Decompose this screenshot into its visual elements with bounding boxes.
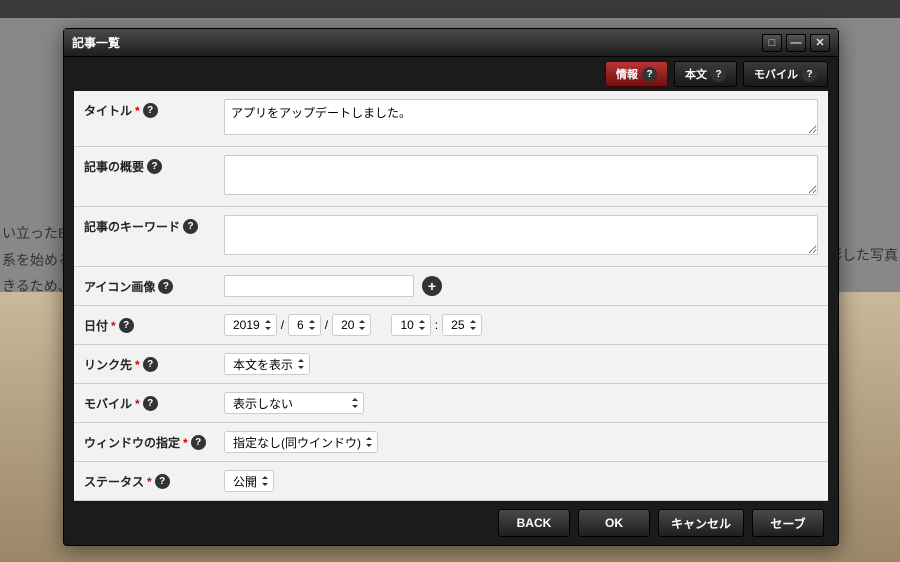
required-mark: * (147, 475, 152, 489)
add-icon-button[interactable]: + (422, 276, 442, 296)
help-icon[interactable]: ? (143, 357, 158, 372)
maximize-button[interactable]: □ (762, 34, 782, 52)
help-icon[interactable]: ? (711, 67, 726, 82)
help-icon[interactable]: ? (802, 67, 817, 82)
separator: : (435, 318, 438, 332)
row-mobile: モバイル * ? 表示しない (74, 384, 828, 423)
icon-path-input[interactable] (224, 275, 414, 297)
label-status: ステータス * ? (84, 470, 224, 490)
save-button[interactable]: セーブ (752, 509, 824, 537)
help-icon[interactable]: ? (183, 219, 198, 234)
label-summary: 記事の概要 ? (84, 155, 224, 175)
window-title: 記事一覧 (72, 34, 762, 51)
form-area: タイトル * ? 記事の概要 ? 記事のキーワード ? (74, 91, 828, 501)
tab-body[interactable]: 本文 ? (674, 61, 737, 87)
background-topbar (0, 0, 900, 18)
modal-window: 記事一覧 □ — ✕ 情報 ? 本文 ? モバイル ? タイトル * ? (63, 28, 839, 546)
label-keywords: 記事のキーワード ? (84, 215, 224, 235)
row-window-target: ウィンドウの指定 * ? 指定なし(同ウインドウ) (74, 423, 828, 462)
title-input[interactable] (224, 99, 818, 135)
row-keywords: 記事のキーワード ? (74, 207, 828, 267)
back-button[interactable]: BACK (498, 509, 570, 537)
tabbar: 情報 ? 本文 ? モバイル ? (64, 57, 838, 91)
cancel-button[interactable]: キャンセル (658, 509, 744, 537)
required-mark: * (183, 436, 188, 450)
keywords-input[interactable] (224, 215, 818, 255)
help-icon[interactable]: ? (155, 474, 170, 489)
day-select[interactable]: 20 (332, 314, 371, 336)
close-button[interactable]: ✕ (810, 34, 830, 52)
mobile-select[interactable]: 表示しない (224, 392, 364, 414)
tab-mobile-label: モバイル (754, 66, 798, 82)
plus-icon: + (428, 278, 436, 294)
row-date: 日付 * ? 2019 / 6 / 20 10 : 25 (74, 306, 828, 345)
label-link: リンク先 * ? (84, 353, 224, 373)
row-status: ステータス * ? 公開 (74, 462, 828, 501)
required-mark: * (135, 397, 140, 411)
status-select[interactable]: 公開 (224, 470, 274, 492)
label-icon: アイコン画像 ? (84, 275, 224, 295)
separator: / (281, 318, 284, 332)
required-mark: * (135, 358, 140, 372)
label-window-target: ウィンドウの指定 * ? (84, 431, 224, 451)
help-icon[interactable]: ? (143, 103, 158, 118)
required-mark: * (135, 104, 140, 118)
required-mark: * (111, 319, 116, 333)
help-icon[interactable]: ? (191, 435, 206, 450)
row-summary: 記事の概要 ? (74, 147, 828, 207)
link-select[interactable]: 本文を表示 (224, 353, 310, 375)
ok-button[interactable]: OK (578, 509, 650, 537)
tab-info[interactable]: 情報 ? (605, 61, 668, 87)
window-buttons: □ — ✕ (762, 34, 830, 52)
tab-info-label: 情報 (616, 66, 638, 82)
minimize-button[interactable]: — (786, 34, 806, 52)
year-select[interactable]: 2019 (224, 314, 277, 336)
label-date: 日付 * ? (84, 314, 224, 334)
help-icon[interactable]: ? (119, 318, 134, 333)
footer: BACK OK キャンセル セーブ (64, 501, 838, 545)
row-link: リンク先 * ? 本文を表示 (74, 345, 828, 384)
window-target-select[interactable]: 指定なし(同ウインドウ) (224, 431, 378, 453)
help-icon[interactable]: ? (642, 67, 657, 82)
row-icon: アイコン画像 ? + (74, 267, 828, 306)
help-icon[interactable]: ? (143, 396, 158, 411)
tab-mobile[interactable]: モバイル ? (743, 61, 828, 87)
help-icon[interactable]: ? (158, 279, 173, 294)
label-title: タイトル * ? (84, 99, 224, 119)
label-mobile: モバイル * ? (84, 392, 224, 412)
minute-select[interactable]: 25 (442, 314, 481, 336)
summary-input[interactable] (224, 155, 818, 195)
hour-select[interactable]: 10 (391, 314, 430, 336)
titlebar: 記事一覧 □ — ✕ (64, 29, 838, 57)
tab-body-label: 本文 (685, 66, 707, 82)
help-icon[interactable]: ? (147, 159, 162, 174)
month-select[interactable]: 6 (288, 314, 321, 336)
row-title: タイトル * ? (74, 91, 828, 147)
separator: / (325, 318, 328, 332)
